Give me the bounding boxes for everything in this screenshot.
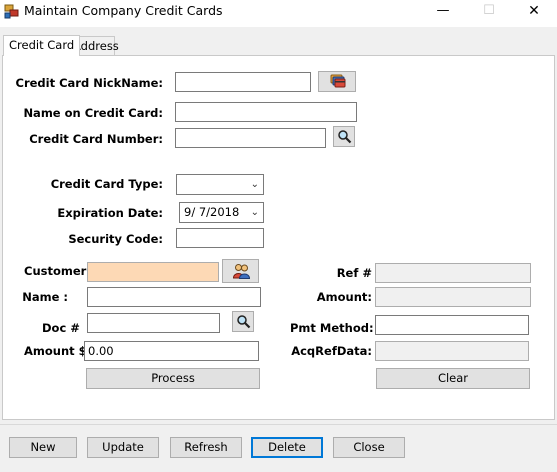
- card-type-label: Credit Card Type:: [50, 177, 163, 191]
- amount-input[interactable]: 0.00: [84, 341, 259, 361]
- window-title: Maintain Company Credit Cards: [24, 3, 223, 18]
- customer-label: Customer: [24, 264, 87, 278]
- people-icon: [232, 263, 251, 282]
- amount-right-label: Amount:: [316, 290, 372, 304]
- credit-cards-icon: [330, 74, 346, 92]
- card-number-search-button[interactable]: [333, 126, 355, 147]
- amount-label: Amount $: [24, 344, 87, 358]
- expiration-label: Expiration Date:: [57, 206, 163, 220]
- doc-search-button[interactable]: [232, 311, 254, 332]
- acq-ref-data-label: AcqRefData:: [291, 344, 372, 358]
- minimize-button[interactable]: —: [420, 0, 466, 24]
- process-button[interactable]: Process: [86, 368, 260, 389]
- customer-input[interactable]: [87, 262, 219, 282]
- card-picker-button[interactable]: [318, 71, 356, 92]
- magnifier-icon: [337, 129, 352, 147]
- clear-button[interactable]: Clear: [376, 368, 530, 389]
- expiration-value: 9/ 7/2018: [184, 205, 240, 219]
- pmt-method-label: Pmt Method:: [290, 321, 374, 335]
- security-code-label: Security Code:: [68, 232, 163, 246]
- magnifier-icon: [236, 314, 251, 332]
- acq-ref-data-input[interactable]: [375, 341, 529, 361]
- update-button[interactable]: Update: [87, 437, 159, 458]
- pmt-method-input[interactable]: [375, 315, 529, 335]
- chevron-down-icon: ⌄: [250, 179, 259, 190]
- refresh-button[interactable]: Refresh: [170, 437, 242, 458]
- name-label: Name :: [22, 290, 68, 304]
- card-number-input[interactable]: [175, 128, 326, 148]
- doc-number-input[interactable]: [87, 313, 220, 333]
- amount-right-input[interactable]: [375, 287, 531, 307]
- customer-lookup-button[interactable]: [222, 259, 259, 283]
- doc-number-label: Doc #: [42, 321, 80, 335]
- name-on-card-input[interactable]: [175, 102, 357, 122]
- close-button[interactable]: Close: [333, 437, 405, 458]
- tab-credit-card[interactable]: Credit Card: [3, 35, 81, 56]
- new-button[interactable]: New: [9, 437, 77, 458]
- footer-separator: [0, 424, 557, 425]
- ref-number-input[interactable]: [375, 263, 531, 283]
- ref-number-label: Ref #: [336, 266, 372, 280]
- nickname-input[interactable]: [175, 72, 311, 92]
- security-code-input[interactable]: [176, 228, 264, 248]
- delete-button[interactable]: Delete: [251, 437, 323, 458]
- name-on-card-label: Name on Credit Card:: [23, 106, 163, 120]
- maximize-button[interactable]: ☐: [466, 0, 512, 24]
- nickname-label: Credit Card NickName:: [15, 76, 164, 90]
- app-window-icon: [4, 4, 19, 19]
- card-number-label: Credit Card Number:: [29, 132, 163, 146]
- expiration-date-picker[interactable]: 9/ 7/2018 ⌄: [179, 202, 264, 223]
- chevron-down-icon: ⌄: [250, 207, 259, 218]
- close-window-button[interactable]: ✕: [511, 0, 557, 24]
- card-type-select[interactable]: ⌄: [176, 174, 264, 195]
- name-input[interactable]: [87, 287, 261, 307]
